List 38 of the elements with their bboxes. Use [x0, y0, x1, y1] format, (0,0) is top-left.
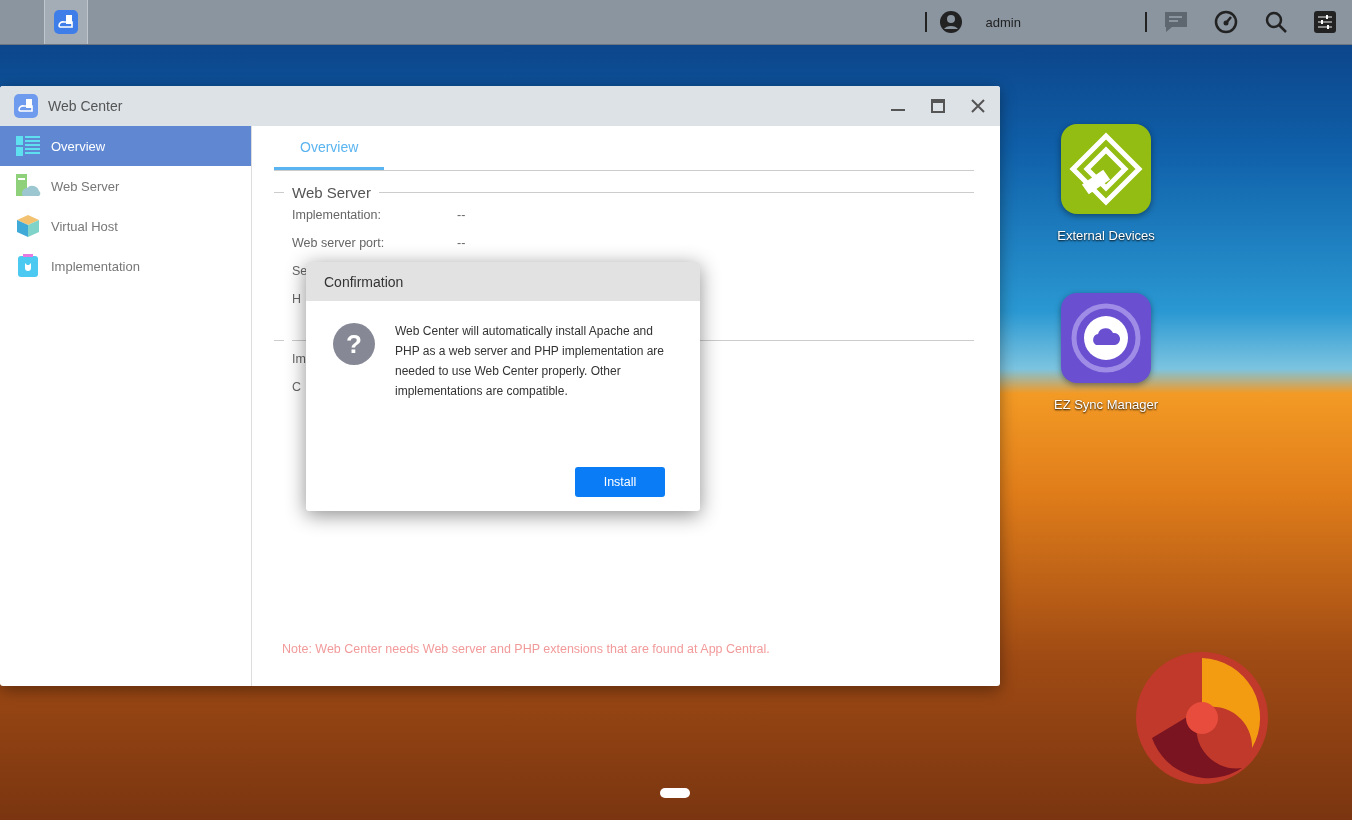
field-label: C: [292, 380, 302, 394]
app-button[interactable]: [44, 0, 88, 44]
cloud-sync-icon: [1061, 293, 1151, 383]
cube-icon: [15, 215, 41, 237]
sidebar-item[interactable]: Web Server: [0, 166, 251, 206]
page-indicator[interactable]: [660, 788, 690, 798]
note-text: Note: Web Center needs Web server and PHP extensions that are found at App Central.: [281, 642, 771, 658]
user-icon[interactable]: [938, 10, 963, 34]
settings-icon[interactable]: [1314, 11, 1336, 33]
window-title: Web Center: [48, 98, 124, 114]
close-icon[interactable]: [970, 98, 986, 114]
sidebar-item[interactable]: Virtual Host: [0, 206, 251, 246]
dialog-title: Confirmation: [306, 262, 700, 301]
search-icon[interactable]: [1264, 10, 1288, 34]
username: admin: [985, 14, 1021, 30]
server-cloud-icon: [15, 174, 41, 198]
section-title: Web Server: [292, 183, 371, 201]
web-center-icon: [14, 94, 38, 118]
field-label: Im: [292, 352, 306, 366]
list-icon: [15, 136, 41, 156]
field-value: --: [457, 236, 466, 250]
sidebar-item[interactable]: Implementation: [0, 246, 251, 286]
desktop-shortcut[interactable]: External Devices: [1040, 124, 1172, 243]
install-button[interactable]: Install: [575, 467, 665, 497]
field-label: H: [292, 292, 302, 306]
question-icon: ?: [333, 323, 375, 365]
usb-drive-icon: [1061, 124, 1151, 214]
tab[interactable]: Overview: [274, 126, 385, 170]
field-label: Implementation:: [292, 208, 381, 222]
gauge-icon[interactable]: [1214, 10, 1238, 34]
maximize-icon[interactable]: [930, 98, 946, 114]
desktop-shortcut[interactable]: EZ Sync Manager: [1040, 293, 1172, 412]
field-value: --: [457, 208, 466, 222]
field-label: Se: [292, 264, 308, 278]
dialog-message: Web Center will automatically install Apache and PHP as a web server and PHP implementation are needed to use Web Center properly. Other implementations are compatible.: [395, 323, 666, 400]
sidebar-item[interactable]: Overview: [0, 126, 251, 166]
field-label: Web server port:: [292, 236, 385, 250]
web-center-icon: [54, 10, 78, 34]
